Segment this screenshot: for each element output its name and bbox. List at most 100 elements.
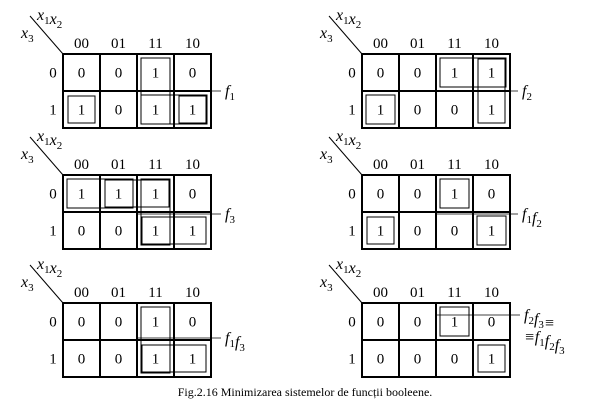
cell-value: 0 [414,224,422,240]
cell-value: 0 [115,315,123,331]
row-header: 0 [49,315,57,331]
cell-value: 1 [152,224,160,240]
kmap-f1f3: x3x1x200 01 11 10010 0 1 00 0 1 1f1f3 [20,256,245,378]
cell-value: 1 [78,103,86,119]
cell-value: 0 [377,66,385,82]
figure-caption: Fig.2.16 Minimizarea sistemelor de funcț… [178,385,433,399]
cell-value: 0 [414,66,422,82]
cell-value: 1 [451,315,459,331]
cell-value: 1 [152,352,160,368]
cell-value: 1 [377,224,385,240]
cell-value: 0 [115,352,123,368]
cell-value: 0 [414,103,422,119]
function-label: f2 [522,83,532,103]
row-header: 0 [348,66,356,82]
cell-value: 0 [189,66,197,82]
cell-value: 0 [414,187,422,203]
cell-value: 1 [189,352,197,368]
cell-value: 0 [451,224,459,240]
cell-value: 1 [488,103,496,119]
column-header: 10 [185,157,200,173]
column-header: 11 [148,157,162,173]
column-header: 01 [410,157,425,173]
cell-value: 0 [78,66,86,82]
row-variable-label: x3 [319,274,333,294]
row-variable-label: x3 [20,274,34,294]
column-header: 11 [447,36,461,52]
cell-value: 1 [78,187,86,203]
row-header: 1 [49,352,57,368]
function-label: f3 [225,206,235,226]
cell-value: 0 [115,66,123,82]
row-variable-label: x3 [319,146,333,166]
cell-value: 1 [152,187,160,203]
row-variable-label: x3 [20,25,34,45]
column-header: 01 [111,157,126,173]
column-header: 01 [410,36,425,52]
row-header: 1 [49,224,57,240]
column-header: 11 [447,157,461,173]
column-header: 01 [111,285,126,301]
column-header: 10 [185,285,200,301]
row-header: 0 [49,66,57,82]
row-header: 1 [348,352,356,368]
row-variable-label: x3 [20,146,34,166]
column-header: 00 [373,36,388,52]
cell-value: 0 [451,103,459,119]
cell-value: 1 [488,224,496,240]
row-header: 0 [348,187,356,203]
column-header: 00 [74,285,89,301]
cell-value: 1 [377,103,385,119]
function-label: f1 [225,83,235,103]
cell-value: 0 [377,187,385,203]
cell-value: 0 [115,224,123,240]
cell-value: 0 [78,315,86,331]
row-header: 1 [348,103,356,119]
function-label: f1f2 [522,206,542,230]
row-variable-label: x3 [319,25,333,45]
cell-value: 1 [189,103,197,119]
column-header: 00 [74,157,89,173]
cell-value: 1 [152,66,160,82]
cell-value: 1 [152,315,160,331]
kmap-f2f3: x3x1x200 01 11 10010 0 1 00 0 0 1f2f3≡≡f1f2f3 [319,256,565,378]
cell-value: 0 [488,187,496,203]
column-header: 00 [373,157,388,173]
column-header: 01 [111,36,126,52]
function-label: f1f3 [225,330,245,354]
cell-value: 0 [78,224,86,240]
cell-value: 0 [377,315,385,331]
column-header: 01 [410,285,425,301]
cell-value: 1 [451,66,459,82]
column-header: 11 [447,285,461,301]
kmap-f1: x3x1x200 01 11 10010 0 1 01 0 1 1f1 [20,7,235,129]
column-header: 10 [484,36,499,52]
row-header: 1 [49,103,57,119]
cell-value: 0 [78,352,86,368]
cell-value: 1 [115,187,123,203]
cell-value: 0 [414,352,422,368]
column-header: 00 [373,285,388,301]
column-header: 10 [484,285,499,301]
cell-value: 0 [377,352,385,368]
function-label: ≡f1f2f3 [524,329,565,357]
cell-value: 0 [189,315,197,331]
cell-value: 1 [152,103,160,119]
cell-value: 1 [189,224,197,240]
kmap-f2: x3x1x200 01 11 10010 0 1 11 0 0 1f2 [319,7,532,129]
column-header: 10 [185,36,200,52]
cell-value: 1 [488,352,496,368]
column-header: 11 [148,36,162,52]
kmap-f3: x3x1x200 01 11 10011 1 1 00 0 1 1f3 [20,128,235,250]
cell-value: 1 [451,187,459,203]
column-header: 11 [148,285,162,301]
row-header: 0 [348,315,356,331]
cell-value: 0 [189,187,197,203]
row-header: 1 [348,224,356,240]
cell-value: 0 [488,315,496,331]
kmap-f1f2: x3x1x200 01 11 10010 0 1 01 0 0 1f1f2 [319,128,542,250]
kmap-figure: x3x1x200 01 11 10010 0 1 01 0 1 1f1x3x1x200 01 11 10… [20,7,565,399]
cell-value: 0 [451,352,459,368]
cell-value: 0 [414,315,422,331]
row-header: 0 [49,187,57,203]
